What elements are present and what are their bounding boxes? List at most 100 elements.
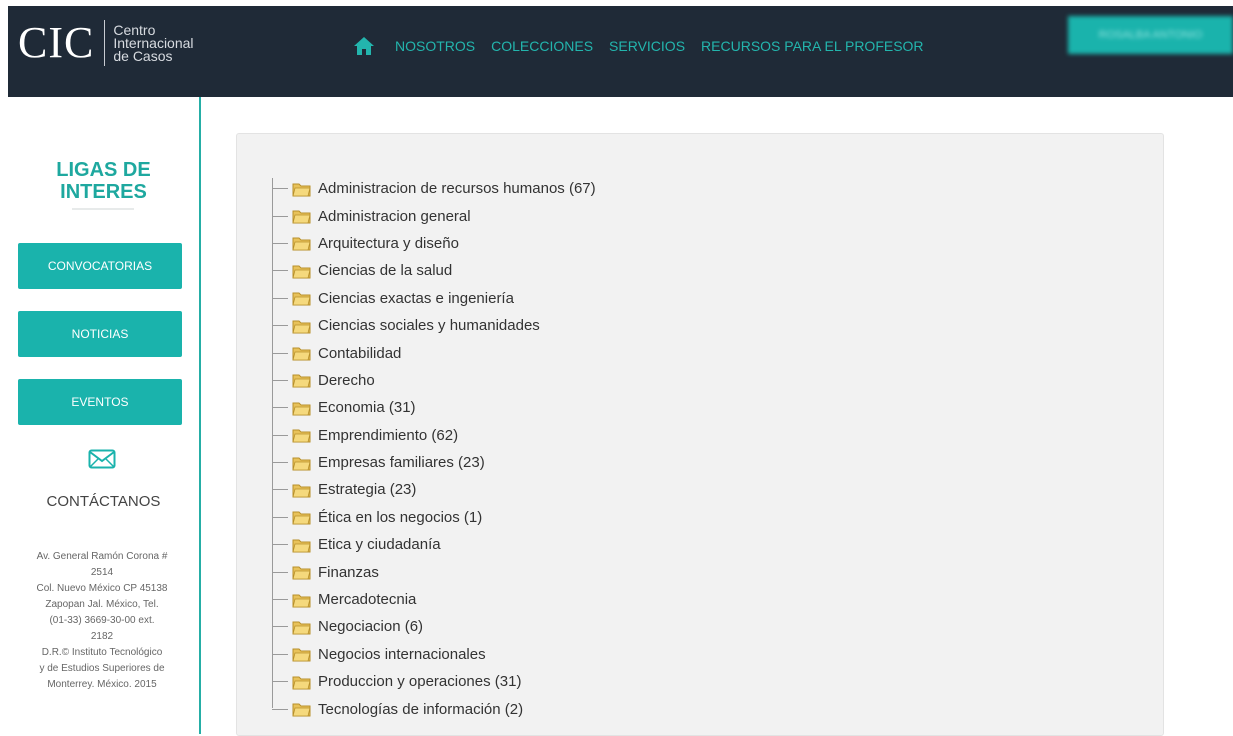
tree-item[interactable]: Administracion de recursos humanos (67) — [272, 175, 596, 202]
address-line: Col. Nuevo México CP 45138 — [36, 583, 168, 594]
address-line: 2182 — [90, 631, 114, 642]
tree-item-label[interactable]: Empresas familiares (23) — [318, 454, 485, 471]
tree-branch — [272, 188, 288, 190]
tree-branch — [272, 379, 288, 381]
tree-item[interactable]: Estrategia (23) — [272, 476, 596, 503]
tree-item-label[interactable]: Tecnologías de información (2) — [318, 701, 523, 718]
convocatorias-button[interactable]: CONVOCATORIAS — [18, 243, 182, 289]
address-line: D.R.© Instituto Tecnológico — [41, 647, 163, 658]
logo-divider — [104, 20, 106, 66]
nav-colecciones[interactable]: COLECCIONES — [491, 38, 593, 54]
tree-item[interactable]: Administracion general — [272, 202, 596, 229]
folder-icon — [292, 621, 311, 635]
home-icon[interactable] — [353, 36, 375, 56]
tree-item-label[interactable]: Administracion general — [318, 208, 471, 225]
tree-item[interactable]: Ciencias exactas e ingeniería — [272, 285, 596, 312]
tree-branch — [272, 434, 288, 436]
tree-branch — [272, 242, 288, 244]
tree-item[interactable]: Negocios internacionales — [272, 641, 596, 668]
nav-nosotros[interactable]: NOSOTROS — [395, 38, 475, 54]
tree-item-label[interactable]: Ciencias exactas e ingeniería — [318, 290, 514, 307]
tree-branch — [272, 325, 288, 327]
tree-item[interactable]: Ciencias de la salud — [272, 257, 596, 284]
folder-icon — [292, 594, 311, 608]
tree-item[interactable]: Empresas familiares (23) — [272, 449, 596, 476]
address-line: 2514 — [90, 567, 114, 578]
tree-item-label[interactable]: Produccion y operaciones (31) — [318, 673, 521, 690]
tree-branch — [272, 352, 288, 354]
tree-item[interactable]: Tecnologías de información (2) — [272, 695, 596, 722]
folder-icon — [292, 429, 311, 443]
folder-icon — [292, 292, 311, 306]
tree-item-label[interactable]: Ciencias sociales y humanidades — [318, 317, 540, 334]
main-nav: NOSOTROS COLECCIONES SERVICIOS RECURSOS … — [353, 36, 940, 56]
folder-icon — [292, 402, 311, 416]
noticias-button[interactable]: NOTICIAS — [18, 311, 182, 357]
tree-item-label[interactable]: Ciencias de la salud — [318, 262, 452, 279]
tree-item-label[interactable]: Emprendimiento (62) — [318, 427, 458, 444]
category-tree: Administracion de recursos humanos (67) … — [272, 175, 596, 723]
tree-branch — [272, 270, 288, 272]
tree-branch — [272, 708, 288, 710]
folder-icon — [292, 648, 311, 662]
envelope-icon[interactable] — [88, 449, 116, 469]
address-line: Av. General Ramón Corona # — [36, 551, 168, 562]
tree-item[interactable]: Arquitectura y diseño — [272, 230, 596, 257]
logo-caption-line: de Casos — [113, 47, 173, 64]
folder-icon — [292, 566, 311, 580]
folder-icon — [292, 237, 311, 251]
tree-item-label[interactable]: Arquitectura y diseño — [318, 235, 459, 252]
tree-item-label[interactable]: Mercadotecnia — [318, 591, 416, 608]
tree-item[interactable]: Finanzas — [272, 558, 596, 585]
sidebar: LIGAS DE INTERES CONVOCATORIAS NOTICIAS … — [8, 97, 201, 734]
cic-logo[interactable]: CIC Centro Internacional de Casos — [18, 18, 194, 68]
tree-branch — [272, 407, 288, 409]
tree-item[interactable]: Etica y ciudadanía — [272, 531, 596, 558]
folder-icon — [292, 457, 311, 471]
tree-item-label[interactable]: Administracion de recursos humanos (67) — [318, 180, 596, 197]
address-line: Zapopan Jal. México, Tel. — [45, 599, 159, 610]
tree-item[interactable]: Economia (31) — [272, 394, 596, 421]
tree-item-label[interactable]: Economia (31) — [318, 399, 416, 416]
folder-icon — [292, 183, 311, 197]
folder-icon — [292, 484, 311, 498]
title-underline — [72, 208, 134, 210]
tree-branch — [272, 215, 288, 217]
tree-branch — [272, 516, 288, 518]
tree-item-label[interactable]: Negocios internacionales — [318, 646, 486, 663]
tree-branch — [272, 681, 288, 683]
folder-icon — [292, 374, 311, 388]
folder-icon — [292, 347, 311, 361]
tree-item-label[interactable]: Derecho — [318, 372, 375, 389]
tree-branch — [272, 462, 288, 464]
tree-item[interactable]: Produccion y operaciones (31) — [272, 668, 596, 695]
tree-item-label[interactable]: Negociacion (6) — [318, 618, 423, 635]
tree-item[interactable]: Derecho — [272, 367, 596, 394]
nav-recursos-profesor[interactable]: RECURSOS PARA EL PROFESOR — [701, 38, 924, 54]
folder-icon — [292, 539, 311, 553]
tree-item[interactable]: Mercadotecnia — [272, 586, 596, 613]
address-line: y de Estudios Superiores de — [39, 663, 165, 674]
tree-item[interactable]: Emprendimiento (62) — [272, 422, 596, 449]
tree-item-label[interactable]: Finanzas — [318, 564, 379, 581]
eventos-button[interactable]: EVENTOS — [18, 379, 182, 425]
sidebar-title: LIGAS DE INTERES — [8, 159, 199, 203]
tree-item-label[interactable]: Ética en los negocios (1) — [318, 509, 482, 526]
contact-title[interactable]: CONTÁCTANOS — [8, 493, 199, 510]
tree-branch — [272, 297, 288, 299]
user-account-button[interactable]: ROSALBA ANTONIO — [1068, 16, 1233, 54]
tree-item[interactable]: Ética en los negocios (1) — [272, 504, 596, 531]
tree-item-label[interactable]: Etica y ciudadanía — [318, 536, 441, 553]
tree-branch — [272, 544, 288, 546]
folder-icon — [292, 320, 311, 334]
tree-item[interactable]: Ciencias sociales y humanidades — [272, 312, 596, 339]
tree-item[interactable]: Negociacion (6) — [272, 613, 596, 640]
tree-branch — [272, 571, 288, 573]
folder-icon — [292, 703, 311, 717]
tree-branch — [272, 653, 288, 655]
nav-servicios[interactable]: SERVICIOS — [609, 38, 685, 54]
tree-item-label[interactable]: Estrategia (23) — [318, 481, 416, 498]
tree-item-label[interactable]: Contabilidad — [318, 345, 401, 362]
sidebar-title-text: LIGAS DE INTERES — [56, 159, 151, 203]
tree-item[interactable]: Contabilidad — [272, 339, 596, 366]
